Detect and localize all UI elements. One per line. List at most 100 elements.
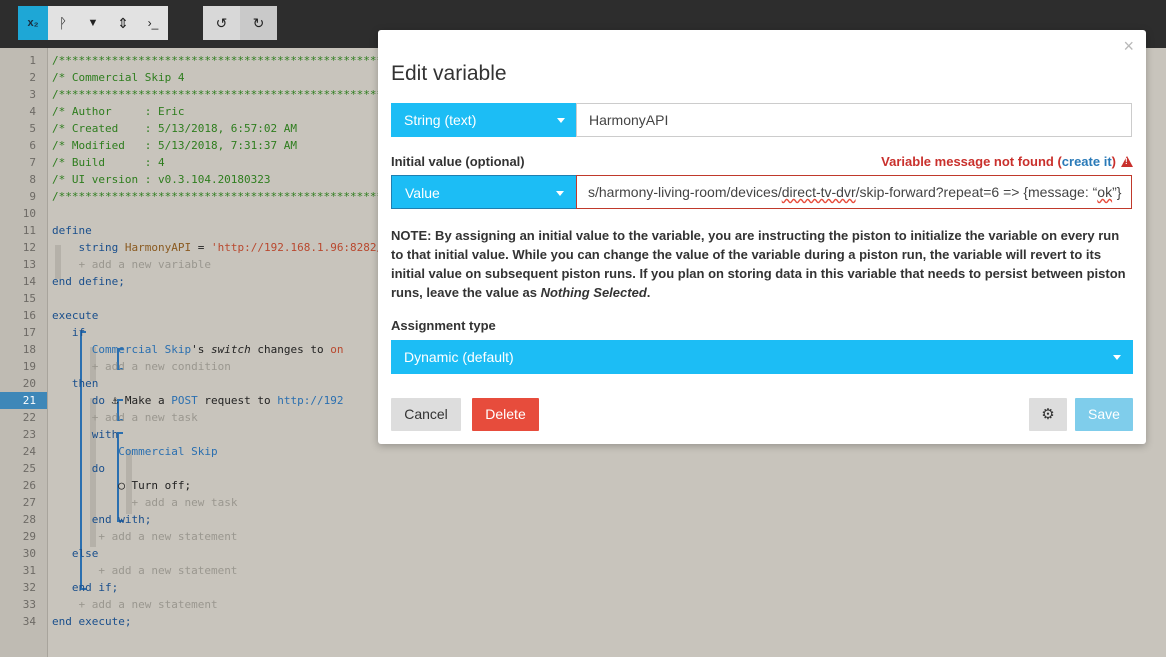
chevron-down-icon <box>1113 355 1121 360</box>
task-text: Make a <box>124 394 165 407</box>
add-statement-link[interactable]: + add a new statement <box>52 562 392 579</box>
variable-name: HarmonyAPI <box>124 241 192 254</box>
turn-off-label: Turn off; <box>131 479 192 492</box>
add-statement-link[interactable]: + add a new statement <box>52 596 392 613</box>
error-message: Variable message not found (create it) <box>881 154 1133 169</box>
delete-button[interactable]: Delete <box>472 398 539 431</box>
line-number-gutter: 1 2 3 4 5 6 7 8 9 10 11 12 13 14 15 16 17 18 19 20 21 22 23 24 2… <box>0 48 48 657</box>
code-line: /* Modified : 5/13/2018, 7:31:37 AM <box>52 139 298 152</box>
note-text: NOTE: By assigning an initial value to t… <box>391 228 1126 300</box>
code-line: /***************************************… <box>52 190 392 203</box>
assignment-type-select[interactable]: Dynamic (default) <box>391 340 1133 374</box>
undo-icon[interactable]: ↺ <box>203 6 240 40</box>
add-variable-label: + add a new variable <box>78 258 211 271</box>
assignment-type-label: Assignment type <box>391 318 496 333</box>
branch-icon[interactable]: ᚹ <box>48 6 78 40</box>
variable-name-input[interactable]: HarmonyAPI <box>576 103 1132 137</box>
end-with-label: end with; <box>91 513 152 526</box>
terminal-icon[interactable]: ›_ <box>138 6 168 40</box>
line-number: 20 <box>22 377 36 390</box>
add-statement-label: + add a new statement <box>98 564 238 577</box>
task-line[interactable]: do ⚓ Make a POST request to http://192 <box>52 392 392 409</box>
redo-icon[interactable]: ↻ <box>240 6 277 40</box>
with-keyword[interactable]: with <box>52 426 392 443</box>
warning-icon <box>1121 156 1133 167</box>
code-line[interactable]: define <box>52 222 392 239</box>
if-statement[interactable]: if <box>52 324 392 341</box>
note-end: . <box>646 285 651 300</box>
end-with-line: end with; <box>52 511 392 528</box>
variable-value: 'http://192.168.1.96:8282/ <box>210 241 384 254</box>
initial-value-part: ”} <box>1112 184 1122 200</box>
line-number: 24 <box>22 445 36 458</box>
code-line: /* Build : 4 <box>52 156 165 169</box>
add-task-link[interactable]: + add a new task <box>52 409 392 426</box>
add-task-link[interactable]: + add a new task <box>52 494 392 511</box>
condition-line[interactable]: Commercial Skip's switch changes to on <box>52 341 392 358</box>
code-line: /* Commercial Skip 4 <box>52 71 185 84</box>
line-number: 32 <box>22 581 36 594</box>
value-type-label: Value <box>405 185 440 201</box>
line-number: 13 <box>22 258 36 271</box>
initial-value-input[interactable]: s/harmony-living-room/devices/direct-tv-… <box>576 175 1132 209</box>
code-line: /***************************************… <box>52 88 392 101</box>
line-number: 21 <box>0 392 47 409</box>
line-number: 14 <box>22 275 36 288</box>
sort-icon[interactable]: ⇕ <box>108 6 138 40</box>
add-statement-label: + add a new statement <box>78 598 218 611</box>
toolbar-group-tools: x₂ ᚹ ▼ ⇕ ›_ <box>18 6 168 40</box>
note-emphasis: Nothing Selected <box>540 285 647 300</box>
code-line: /* Created : 5/13/2018, 6:57:02 AM <box>52 122 298 135</box>
line-number: 34 <box>22 615 36 628</box>
line-number: 10 <box>22 207 36 220</box>
dialog-title: Edit variable <box>391 62 507 85</box>
create-it-link[interactable]: create it <box>1062 154 1112 169</box>
condition-device: Commercial Skip <box>91 343 192 356</box>
with-label: with <box>91 428 119 441</box>
line-number: 16 <box>22 309 36 322</box>
settings-button[interactable]: ⚙ <box>1029 398 1067 431</box>
add-statement-label: + add a new statement <box>98 530 238 543</box>
cancel-button[interactable]: Cancel <box>391 398 461 431</box>
code-line: /* UI version : v0.3.104.20180323 <box>52 173 271 186</box>
assign-operator: = <box>197 241 205 254</box>
line-number: 19 <box>22 360 36 373</box>
variables-toggle-icon[interactable]: x₂ <box>18 6 48 40</box>
task-turn-off[interactable]: ◯ Turn off; <box>52 477 392 494</box>
condition-operator: changes to <box>257 343 324 356</box>
add-statement-link[interactable]: + add a new statement <box>52 528 392 545</box>
line-number: 15 <box>22 292 36 305</box>
line-number: 7 <box>29 156 36 169</box>
else-keyword: else <box>52 545 392 562</box>
close-icon[interactable]: × <box>1123 36 1134 57</box>
line-number: 31 <box>22 564 36 577</box>
save-button[interactable]: Save <box>1075 398 1133 431</box>
line-number: 29 <box>22 530 36 543</box>
add-variable-link[interactable]: + add a new variable <box>52 256 392 273</box>
condition-apostrophe: 's <box>191 343 205 356</box>
filter-icon[interactable]: ▼ <box>78 6 108 40</box>
value-type-select[interactable]: Value <box>391 175 577 209</box>
add-condition-link[interactable]: + add a new condition <box>52 358 392 375</box>
variable-type-select[interactable]: String (text) <box>391 103 577 137</box>
do-keyword: do <box>91 394 105 407</box>
code-line: end execute; <box>52 615 132 628</box>
line-number: 26 <box>22 479 36 492</box>
with-device[interactable]: Commercial Skip <box>52 443 392 460</box>
variable-type-label: String (text) <box>404 112 477 128</box>
line-number: 11 <box>22 224 36 237</box>
initial-value-part: /skip-forward?repeat=6 => {message: “ <box>855 184 1098 200</box>
condition-attribute: switch <box>210 343 251 356</box>
error-close-paren: ) <box>1111 154 1116 169</box>
toolbar-group-history: ↺ ↻ <box>203 6 277 40</box>
variable-declaration[interactable]: string HarmonyAPI = 'http://192.168.1.96… <box>52 239 392 256</box>
end-if-label: end if; <box>71 581 119 594</box>
error-text: Variable message not found ( <box>881 154 1062 169</box>
initial-value-part: s/harmony-living-room/devices/ <box>588 184 782 200</box>
condition-value: on <box>330 343 344 356</box>
initial-value-misspelled: ok <box>1097 184 1113 200</box>
edit-variable-dialog: × Edit variable String (text) HarmonyAPI… <box>378 30 1146 444</box>
initial-value-note: NOTE: By assigning an initial value to t… <box>391 226 1133 302</box>
